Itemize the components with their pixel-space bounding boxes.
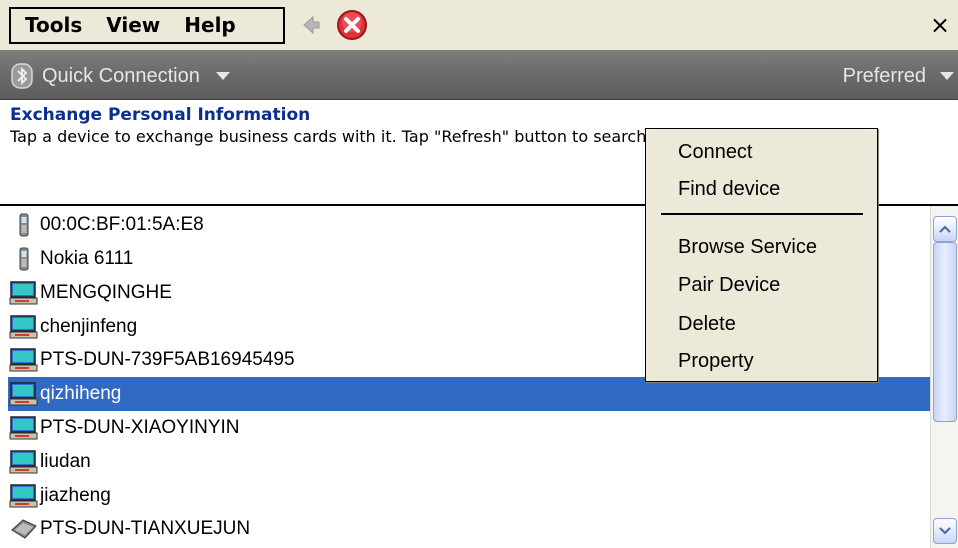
computer-icon <box>8 278 40 308</box>
computer-icon <box>8 379 40 409</box>
menu-group: Tools View Help <box>9 7 285 44</box>
device-icon <box>8 514 40 544</box>
menu-item-find-device[interactable]: Find device <box>678 176 780 202</box>
computer-icon <box>8 312 40 342</box>
scrollbar-thumb[interactable] <box>933 242 957 422</box>
device-name: PTS-DUN-XIAOYINYIN <box>40 417 240 438</box>
menu-item-browse-service[interactable]: Browse Service <box>678 234 817 260</box>
device-row[interactable]: jiazheng <box>8 479 930 513</box>
page-title: Exchange Personal Information <box>10 105 311 125</box>
device-row[interactable]: PTS-DUN-TIANXUEJUN <box>8 512 930 546</box>
menu-bar: Tools View Help × <box>0 0 958 50</box>
menu-item-pair-device[interactable]: Pair Device <box>678 272 780 298</box>
computer-icon <box>8 481 40 511</box>
menu-item-delete[interactable]: Delete <box>678 311 736 337</box>
device-name: qizhiheng <box>40 383 122 404</box>
quick-connection-dropdown[interactable]: Quick Connection <box>10 62 230 90</box>
menu-item-property[interactable]: Property <box>678 348 754 374</box>
phone-icon <box>8 210 40 240</box>
device-name: chenjinfeng <box>40 316 138 337</box>
menu-separator <box>661 213 863 215</box>
menu-help[interactable]: Help <box>172 9 247 42</box>
scroll-up-button[interactable] <box>933 216 957 242</box>
menu-tools[interactable]: Tools <box>11 9 94 42</box>
device-name: PTS-DUN-TIANXUEJUN <box>40 518 251 539</box>
device-row[interactable]: qizhiheng <box>8 377 930 411</box>
scroll-down-button[interactable] <box>933 518 957 544</box>
menu-item-connect[interactable]: Connect <box>678 139 753 165</box>
back-arrow-icon[interactable] <box>296 10 326 40</box>
device-name: liudan <box>40 451 91 472</box>
menu-view[interactable]: View <box>94 9 172 42</box>
toolbar: Quick Connection Preferred <box>0 50 958 100</box>
context-menu: Connect Find device Browse Service Pair … <box>645 128 878 382</box>
computer-icon <box>8 413 40 443</box>
close-button[interactable]: × <box>926 10 954 40</box>
preferred-label: Preferred <box>842 64 926 87</box>
device-name: Nokia 6111 <box>40 248 134 269</box>
quick-connection-label: Quick Connection <box>42 64 200 87</box>
vertical-scrollbar[interactable] <box>930 206 958 548</box>
device-row[interactable]: PTS-DUN-XIAOYINYIN <box>8 411 930 445</box>
chevron-down-icon <box>215 72 230 80</box>
phone-icon <box>8 244 40 274</box>
device-name: MENGQINGHE <box>40 282 172 303</box>
device-name: 00:0C:BF:01:5A:E8 <box>40 214 204 235</box>
preferred-dropdown[interactable]: Preferred <box>843 62 954 90</box>
device-row[interactable]: liudan <box>8 445 930 479</box>
device-name: PTS-DUN-739F5AB16945495 <box>40 349 295 370</box>
bluetooth-icon <box>11 63 33 89</box>
computer-icon <box>8 345 40 375</box>
chevron-down-icon <box>940 72 954 80</box>
computer-icon <box>8 447 40 477</box>
stop-icon[interactable] <box>335 8 369 42</box>
device-name: jiazheng <box>40 485 111 506</box>
